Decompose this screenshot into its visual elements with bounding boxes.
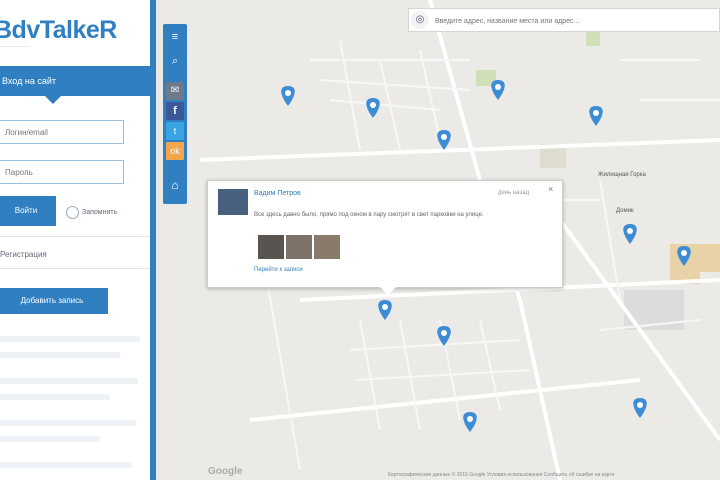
map-marker (623, 224, 637, 244)
map-marker (366, 98, 380, 118)
login-header-pointer (45, 96, 61, 104)
search-input[interactable] (433, 12, 720, 30)
login-header: Вход на сайт (0, 66, 150, 104)
map-label-place: Домик (616, 208, 634, 214)
placeholder-line (0, 436, 100, 442)
facebook-icon[interactable]: f (166, 102, 184, 120)
photo-thumbnail[interactable] (314, 235, 340, 259)
popup-tail (380, 287, 396, 295)
popup-link[interactable]: Перейти к записи (254, 267, 303, 273)
twitter-icon[interactable]: t (166, 122, 184, 140)
search-icon[interactable]: ⌕ (166, 52, 184, 70)
map-marker (437, 326, 451, 346)
map-marker (491, 80, 505, 100)
popup-text: Все здесь давно было, прямо под окном в … (254, 212, 484, 218)
map-label-area: Жилищная Горка (598, 172, 646, 178)
login-header-title: Вход на сайт (2, 76, 56, 86)
popup-time: день назад (498, 190, 530, 196)
map-search-bar: ◎ (408, 8, 720, 32)
photo-thumbnail[interactable] (286, 235, 312, 259)
sidebar-panel: BdvTalkeR ················ Вход на сайт … (0, 0, 151, 480)
placeholder-line (0, 420, 136, 426)
google-logo[interactable]: Google (208, 466, 242, 477)
logo-text: BdvTalkeR (0, 16, 117, 44)
logo-tagline: ················ (0, 44, 30, 50)
remember-checkbox-box[interactable] (66, 206, 79, 220)
odnoklassniki-icon[interactable]: ok (166, 142, 184, 160)
close-icon[interactable]: × (548, 184, 553, 194)
mail-icon[interactable]: ✉ (166, 82, 184, 100)
post-popup: Вадим Петров день назад × Все здесь давн… (207, 180, 563, 295)
remember-label: Запомнить (82, 209, 118, 217)
login-button[interactable]: Войти (0, 196, 56, 226)
map-attribution[interactable]: Картографические данные © 2015 Google Ус… (388, 472, 615, 478)
divider (0, 236, 150, 237)
divider (0, 268, 150, 269)
placeholder-line (0, 352, 120, 358)
remember-checkbox[interactable]: Запомнить (66, 204, 117, 222)
map-marker (463, 412, 477, 432)
placeholder-line (0, 462, 132, 468)
location-icon[interactable]: ◎ (411, 11, 429, 29)
map-toolbar: ≡ ⌕ ✉ f t ok ⌂ (163, 24, 187, 204)
map-marker (633, 398, 647, 418)
map-marker (378, 300, 392, 320)
home-icon[interactable]: ⌂ (166, 176, 184, 194)
map-marker (589, 106, 603, 126)
panel-edge-bar (150, 0, 156, 480)
placeholder-line (0, 336, 140, 342)
password-input[interactable] (0, 160, 124, 184)
placeholder-line (0, 394, 110, 400)
photo-thumbnail[interactable] (258, 235, 284, 259)
logo[interactable]: BdvTalkeR ················ (0, 6, 150, 60)
register-link[interactable]: Регистрация (0, 250, 47, 259)
map-marker (437, 130, 451, 150)
list-icon[interactable]: ≡ (166, 28, 184, 46)
username-input[interactable] (0, 120, 124, 144)
avatar[interactable] (218, 189, 248, 215)
add-entry-button[interactable]: Добавить запись (0, 288, 108, 314)
map-marker (281, 86, 295, 106)
placeholder-line (0, 378, 138, 384)
popup-username[interactable]: Вадим Петров (254, 190, 301, 197)
